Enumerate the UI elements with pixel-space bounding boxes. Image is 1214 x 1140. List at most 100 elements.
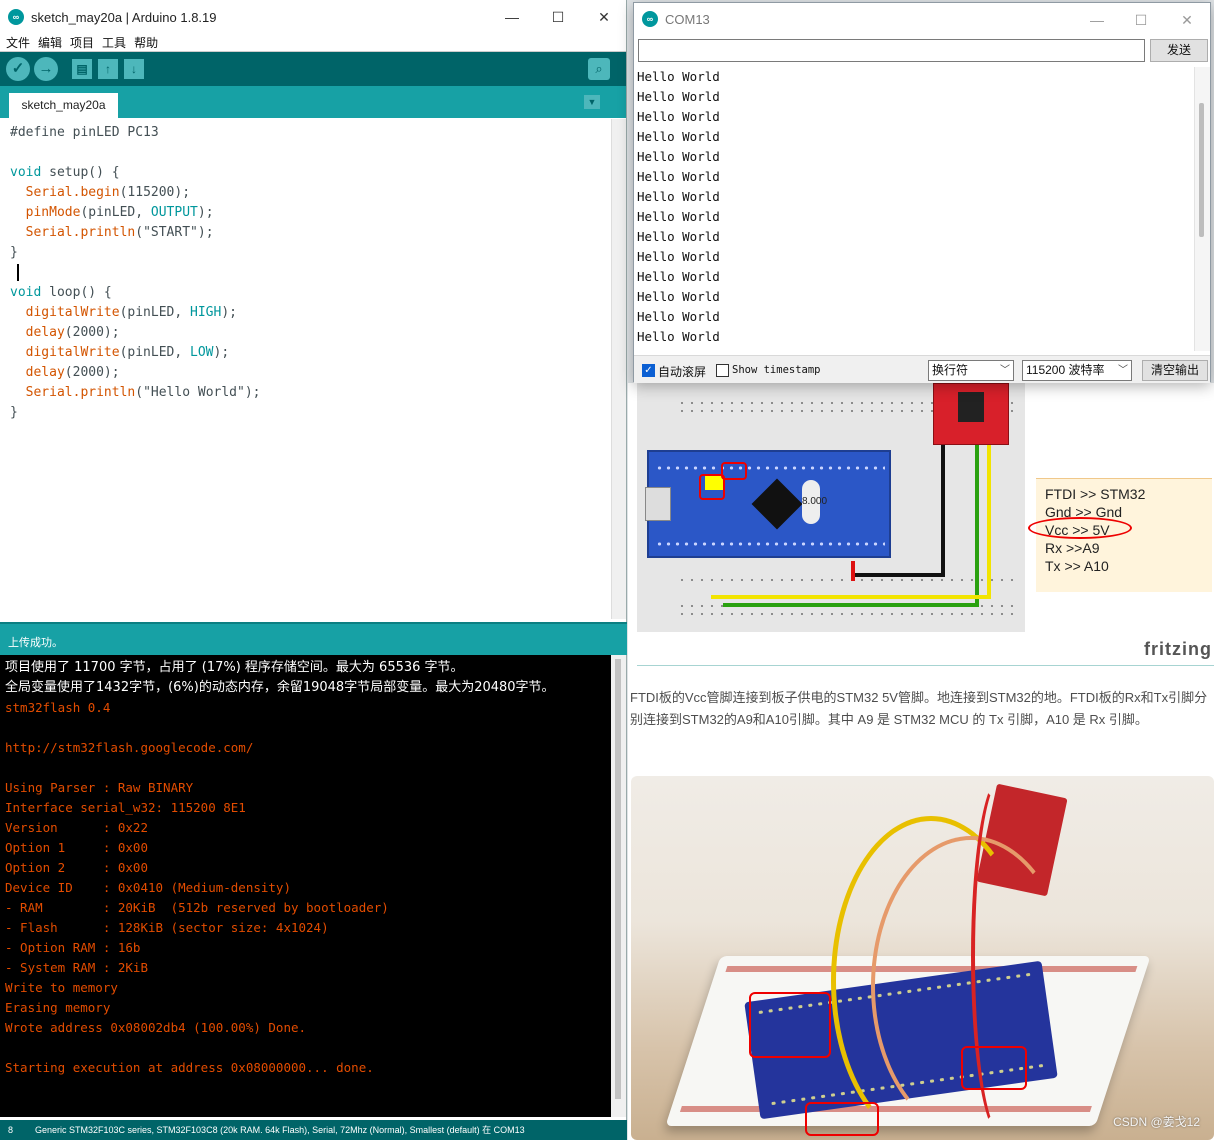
close-button[interactable]: ✕ [1164,3,1210,37]
serial-line: Hello World [637,209,720,224]
console-line: http://stm32flash.googlecode.com/ [5,740,254,755]
code-token: digitalWrite [25,305,120,320]
minimize-button[interactable]: — [1074,3,1120,37]
wire-yellow [987,445,991,597]
serial-send-input[interactable] [638,39,1145,62]
status-message: 上传成功。 [8,637,63,649]
line-number: 8 [8,1125,14,1135]
serial-line: Hello World [637,149,720,164]
console-line: 全局变量使用了1432字节，(6%)的动态内存，余留19048字节局部变量。最大… [5,680,555,695]
code-token: delay [25,325,65,340]
text-cursor [17,264,19,281]
fritzing-breadboard-diagram: 8.000 [637,383,1025,632]
console-line: Starting execution at address 0x08000000… [5,1060,374,1075]
serial-line: Hello World [637,129,720,144]
minimize-button[interactable]: — [489,0,535,34]
code-token: ); [221,305,237,320]
console-scrollbar[interactable] [611,655,626,1117]
serial-line: Hello World [637,109,720,124]
menu-bar: 文件 编辑 项目 工具 帮助 [0,34,626,52]
console-line: - Flash : 128KiB (sector size: 4x1024) [5,920,329,935]
serial-line: Hello World [637,329,720,344]
menu-file[interactable]: 文件 [6,34,30,51]
autoscroll-checkbox[interactable]: ✓ [642,364,655,377]
code-editor[interactable]: #define pinLED PC13 void setup() { Seria… [0,119,611,619]
serial-scroll-thumb[interactable] [1199,103,1204,237]
close-button[interactable]: ✕ [581,0,627,34]
code-token: (2000); [64,325,120,340]
watermark: CSDN @姜戈12 [1113,1115,1200,1129]
ftdi-chip [958,392,984,422]
ide-toolbar: ✓ → ▤ ↑ ↓ ⌕ [0,52,626,86]
code-token: } [10,405,18,420]
code-token: digitalWrite [25,345,120,360]
console-line: - Option RAM : 16b [5,940,141,955]
code-token: ("START"); [135,225,214,240]
baud-select[interactable]: 115200 波特率 ﹀ [1022,360,1132,381]
highlight-box [721,462,747,480]
serial-scrollbar[interactable] [1194,67,1210,351]
save-sketch-button[interactable]: ↓ [124,59,144,79]
open-sketch-button[interactable]: ↑ [98,59,118,79]
maximize-button[interactable]: ☐ [1118,3,1164,37]
article-paragraph: FTDI板的Vcc管脚连接到板子供电的STM32 5V管脚。地连接到STM32的… [630,690,1208,727]
code-token: void [10,165,42,180]
header-pins [655,540,885,548]
mcu-chip [751,478,803,530]
code-token: Serial [25,225,73,240]
console-line: Erasing memory [5,1000,111,1015]
serial-line: Hello World [637,169,720,184]
wire-green [723,603,979,607]
code-token: } [10,245,18,260]
wire-yellow [711,595,991,599]
serial-line: Hello World [637,249,720,264]
verify-button[interactable]: ✓ [6,57,30,81]
editor-scrollbar[interactable] [611,119,626,619]
breadboard-holes [677,578,1017,582]
tab-menu-chevron-icon[interactable]: ▼ [584,95,600,109]
serial-output: Hello World Hello World Hello World Hello W… [636,67,1194,351]
code-token: pinMode [25,205,81,220]
serial-line: Hello World [637,289,720,304]
code-token: void [10,285,42,300]
upload-button[interactable]: → [34,57,58,81]
console-scroll-thumb[interactable] [615,659,621,1099]
wire-green [975,445,979,607]
maximize-button[interactable]: ☐ [535,0,581,34]
code-token: (2000); [64,365,120,380]
note-line: Tx >> A10 [1045,558,1109,574]
header-pins [655,464,885,472]
console-line: Version : 0x22 [5,820,148,835]
code-line: #define pinLED PC13 [10,125,159,140]
tab-sketch[interactable]: sketch_may20a [9,93,118,118]
console-line: Device ID : 0x0410 (Medium-density) [5,880,291,895]
breadboard-holes [677,612,1017,616]
new-sketch-button[interactable]: ▤ [72,59,92,79]
console-line: stm32flash 0.4 [5,700,111,715]
serial-line: Hello World [637,189,720,204]
timestamp-checkbox[interactable] [716,364,729,377]
menu-tools[interactable]: 工具 [102,34,126,51]
serial-line: Hello World [637,69,720,84]
crystal: 8.000 [802,480,827,524]
autoscroll-label: 自动滚屏 [658,365,707,379]
serial-monitor-icon[interactable]: ⌕ [588,58,610,80]
clear-output-button[interactable]: 清空输出 [1142,360,1208,381]
console-line: - RAM : 20KiB (512b reserved by bootload… [5,900,389,915]
code-token: OUTPUT [150,205,198,220]
menu-help[interactable]: 帮助 [134,34,158,51]
line-ending-select[interactable]: 换行符 ﹀ [928,360,1014,381]
code-token: ("Hello World"); [135,385,261,400]
code-token: (pinLED, [119,345,191,360]
fritzing-logo: fritzing [1144,639,1212,659]
code-token: loop() { [41,285,112,300]
serial-monitor-window: ∞ COM13 — ☐ ✕ 发送 Hello World Hello World H… [633,2,1211,383]
send-button[interactable]: 发送 [1150,39,1208,62]
menu-edit[interactable]: 编辑 [38,34,62,51]
menu-sketch[interactable]: 项目 [70,34,94,51]
highlight-box [749,992,831,1058]
code-token: ); [197,205,214,220]
note-line: Rx >>A9 [1045,540,1100,556]
arduino-logo-icon: ∞ [642,11,658,27]
